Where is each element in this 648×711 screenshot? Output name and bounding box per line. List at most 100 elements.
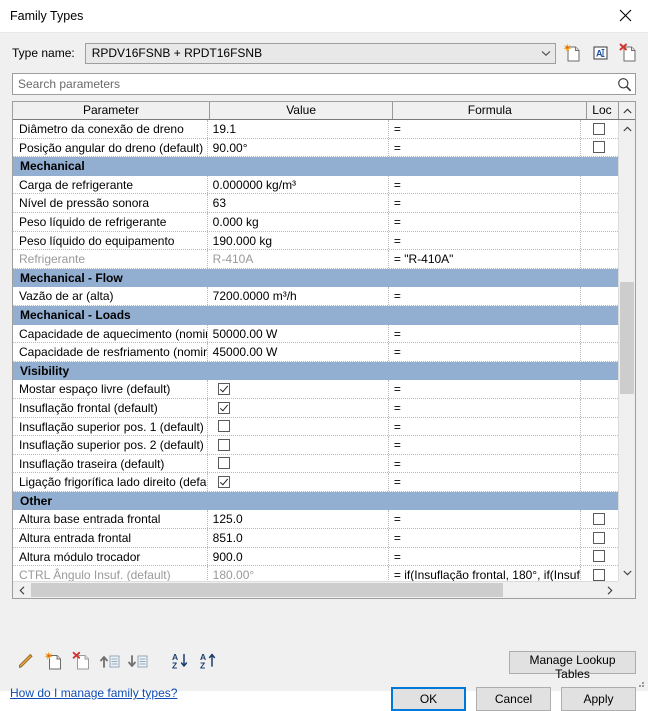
- parameter-formula-cell[interactable]: =: [389, 324, 581, 343]
- parameter-lock-cell[interactable]: [581, 380, 618, 398]
- table-row[interactable]: Posição angular do dreno (default) 90.00°…: [13, 138, 618, 158]
- parameter-name-cell[interactable]: Altura entrada frontal: [13, 529, 208, 547]
- parameter-formula-cell[interactable]: =: [389, 380, 581, 398]
- parameter-formula-cell[interactable]: =: [389, 454, 581, 473]
- parameter-formula-cell[interactable]: =: [389, 287, 581, 305]
- checkbox-checked[interactable]: [217, 401, 230, 414]
- parameter-formula-cell[interactable]: = if(Insuflação frontal, 180°, if(Insufl…: [389, 566, 581, 581]
- parameter-formula-cell[interactable]: =: [389, 473, 581, 491]
- parameter-name-cell[interactable]: Peso líquido do equipamento: [13, 231, 208, 250]
- close-button[interactable]: [603, 0, 648, 31]
- parameter-name-cell[interactable]: Capacidade de aquecimento (nominal): [13, 324, 208, 343]
- sort-ascending-button[interactable]: A Z: [194, 648, 222, 674]
- table-row[interactable]: Peso líquido de refrigerante 0.000 kg =: [13, 212, 618, 232]
- parameter-formula-cell[interactable]: =: [389, 510, 581, 529]
- table-row[interactable]: Insuflação frontal (default) =: [13, 398, 618, 418]
- parameter-value-cell[interactable]: 900.0: [208, 547, 389, 566]
- parameter-value-cell[interactable]: 851.0: [208, 529, 389, 547]
- parameter-formula-cell[interactable]: =: [389, 417, 581, 436]
- checkbox-unchecked[interactable]: [217, 438, 230, 451]
- parameter-name-cell[interactable]: Nível de pressão sonora: [13, 194, 208, 212]
- parameter-lock-cell[interactable]: [581, 473, 618, 491]
- type-name-combobox[interactable]: RPDV16FSNB + RPDT16FSNB: [84, 42, 556, 64]
- parameter-lock-cell[interactable]: [581, 418, 618, 436]
- parameter-value-cell[interactable]: 45000.00 W: [208, 343, 389, 361]
- parameter-formula-cell[interactable]: =: [389, 120, 581, 138]
- parameter-name-cell[interactable]: Peso líquido de refrigerante: [13, 212, 208, 231]
- parameter-value-cell[interactable]: 0.000 kg: [208, 212, 389, 231]
- scroll-up-button[interactable]: [619, 120, 635, 137]
- rename-parameter-button[interactable]: [12, 648, 40, 674]
- parameter-lock-cell[interactable]: [581, 343, 618, 361]
- checkbox-unchecked[interactable]: [217, 457, 230, 470]
- vertical-scroll-track[interactable]: [619, 137, 635, 564]
- table-row[interactable]: Capacidade de resfriamento (nominal) 4500…: [13, 343, 618, 362]
- parameter-formula-cell[interactable]: =: [389, 398, 581, 417]
- delete-type-button[interactable]: [616, 41, 640, 65]
- parameter-value-cell[interactable]: [208, 454, 389, 473]
- parameter-name-cell[interactable]: Carga de refrigerante: [13, 175, 208, 194]
- table-row[interactable]: Peso líquido do equipamento 190.000 kg =: [13, 231, 618, 251]
- parameter-value-cell[interactable]: [208, 417, 389, 436]
- parameter-lock-cell[interactable]: [581, 325, 618, 343]
- table-row[interactable]: Nível de pressão sonora 63 =: [13, 194, 618, 213]
- horizontal-scroll-thumb[interactable]: [31, 583, 503, 597]
- parameter-value-cell[interactable]: 190.000 kg: [208, 231, 389, 250]
- parameter-value-cell[interactable]: 7200.0000 m³/h: [208, 287, 389, 305]
- table-row[interactable]: Insuflação traseira (default) =: [13, 454, 618, 474]
- parameter-value-cell[interactable]: [208, 436, 389, 454]
- parameter-lock-cell[interactable]: [581, 120, 618, 138]
- parameter-formula-cell[interactable]: =: [389, 138, 581, 157]
- vertical-scrollbar[interactable]: [618, 120, 635, 581]
- table-row[interactable]: Vazão de ar (alta) 7200.0000 m³/h =: [13, 287, 618, 306]
- parameter-name-cell[interactable]: Vazão de ar (alta): [13, 287, 208, 305]
- vertical-scroll-thumb[interactable]: [620, 282, 634, 394]
- delete-parameter-button[interactable]: [68, 648, 96, 674]
- column-header-lock[interactable]: Loc: [587, 102, 620, 119]
- new-parameter-button[interactable]: [40, 648, 68, 674]
- checkbox-checked[interactable]: [217, 476, 230, 489]
- parameter-formula-cell[interactable]: =: [389, 231, 581, 250]
- rename-type-button[interactable]: A: [588, 41, 612, 65]
- parameter-name-cell[interactable]: Mostar espaço livre (default): [13, 380, 208, 398]
- parameter-name-cell[interactable]: Refrigerante: [13, 250, 208, 268]
- parameter-value-cell[interactable]: 50000.00 W: [208, 324, 389, 343]
- scroll-left-button[interactable]: [13, 582, 30, 598]
- parameter-value-cell[interactable]: R-410A: [208, 250, 389, 268]
- move-down-button[interactable]: [124, 648, 152, 674]
- table-row[interactable]: Carga de refrigerante 0.000000 kg/m³ =: [13, 175, 618, 195]
- chevron-down-icon[interactable]: [537, 50, 555, 57]
- grid-rows[interactable]: Diâmetro da conexão de dreno 19.1 = Posição…: [13, 120, 618, 581]
- parameter-name-cell[interactable]: Insuflação frontal (default): [13, 398, 208, 417]
- parameter-name-cell[interactable]: Insuflação superior pos. 2 (default): [13, 436, 208, 454]
- lock-checkbox[interactable]: [593, 531, 606, 544]
- parameter-lock-cell[interactable]: [581, 213, 618, 231]
- parameter-lock-cell[interactable]: [581, 176, 618, 194]
- column-header-parameter[interactable]: Parameter: [13, 102, 210, 119]
- lock-checkbox[interactable]: [593, 569, 606, 581]
- table-row[interactable]: Altura módulo trocador 900.0 =: [13, 547, 618, 567]
- parameter-lock-cell[interactable]: [581, 139, 618, 157]
- lock-checkbox[interactable]: [593, 550, 606, 563]
- parameter-name-cell[interactable]: Diâmetro da conexão de dreno: [13, 120, 208, 138]
- parameter-formula-cell[interactable]: =: [389, 212, 581, 231]
- parameter-value-cell[interactable]: [208, 380, 389, 398]
- table-row[interactable]: CTRL Ângulo Insuf. (default) 180.00° = if(…: [13, 566, 618, 581]
- sort-descending-button[interactable]: A Z: [166, 648, 194, 674]
- parameter-name-cell[interactable]: Capacidade de resfriamento (nominal): [13, 343, 208, 361]
- column-header-value[interactable]: Value: [210, 102, 394, 119]
- parameter-lock-cell[interactable]: [581, 436, 618, 454]
- parameter-lock-cell[interactable]: [581, 232, 618, 250]
- parameter-formula-cell[interactable]: =: [389, 547, 581, 566]
- scroll-down-button[interactable]: [619, 564, 635, 581]
- parameter-lock-cell[interactable]: [581, 529, 618, 547]
- parameter-value-cell[interactable]: 0.000000 kg/m³: [208, 175, 389, 194]
- table-row[interactable]: Altura entrada frontal 851.0 =: [13, 529, 618, 548]
- parameter-name-cell[interactable]: Insuflação superior pos. 1 (default): [13, 417, 208, 436]
- lock-checkbox[interactable]: [593, 513, 606, 526]
- parameter-name-cell[interactable]: CTRL Ângulo Insuf. (default): [13, 566, 208, 581]
- parameter-name-cell[interactable]: Altura base entrada frontal: [13, 510, 208, 529]
- search-input[interactable]: [13, 74, 613, 94]
- parameter-formula-cell[interactable]: =: [389, 343, 581, 361]
- parameter-name-cell[interactable]: Insuflação traseira (default): [13, 454, 208, 473]
